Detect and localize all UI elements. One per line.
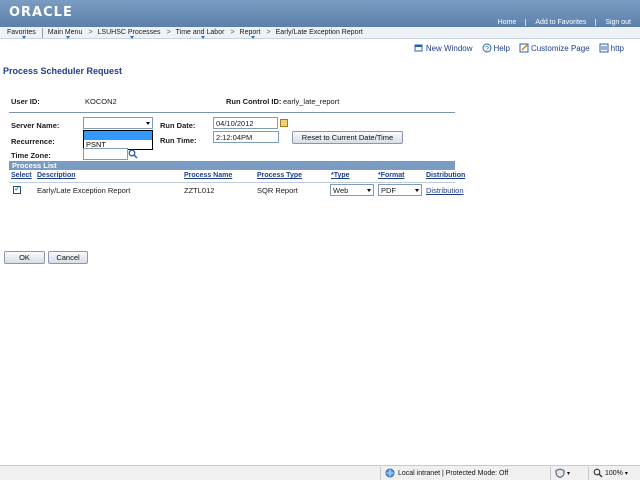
zoom-icon: [593, 468, 603, 478]
help-link[interactable]: ? Help: [482, 43, 510, 53]
breadcrumb-lsuhsc-processes[interactable]: LSUHSC Processes: [94, 29, 166, 39]
chevron-down-icon: [146, 122, 150, 125]
help-icon: ?: [482, 43, 491, 53]
divider: [41, 27, 43, 38]
run-date-input[interactable]: 04/10/2012: [213, 117, 278, 129]
format-value: PDF: [381, 186, 396, 195]
row-process-type: SQR Report: [257, 186, 298, 195]
search-icon[interactable]: [128, 149, 138, 159]
column-process-name[interactable]: Process Name: [184, 172, 232, 179]
row-description: Early/Late Exception Report: [37, 186, 131, 195]
server-option-blank[interactable]: [84, 131, 152, 140]
protected-mode-dropdown[interactable]: ▾: [550, 466, 588, 480]
help-label: Help: [493, 43, 510, 53]
server-name-dropdown-list: PSNT: [83, 130, 153, 150]
chevron-down-icon: ▾: [624, 470, 628, 477]
column-format[interactable]: *Format: [378, 172, 404, 179]
breadcrumb-report[interactable]: Report: [236, 29, 266, 39]
new-window-icon: [414, 44, 423, 52]
user-id-label: User ID:: [11, 97, 40, 106]
http-link[interactable]: http: [599, 43, 624, 53]
server-name-select[interactable]: [83, 117, 153, 129]
svg-text:?: ?: [485, 46, 489, 53]
time-zone-input[interactable]: [83, 148, 128, 160]
recurrence-label: Recurrence:: [11, 137, 55, 146]
http-label: http: [610, 43, 624, 53]
cancel-button[interactable]: Cancel: [48, 251, 88, 264]
home-link[interactable]: Home: [489, 19, 526, 26]
run-time-input[interactable]: 2:12:04PM: [213, 131, 279, 143]
chevron-down-icon: [415, 189, 419, 192]
header-banner: ORACLE Home Add to Favorites Sign out: [0, 0, 640, 27]
type-value: Web: [333, 186, 349, 195]
column-distribution[interactable]: Distribution: [426, 172, 465, 179]
divider: [9, 112, 455, 113]
breadcrumb-time-and-labor[interactable]: Time and Labor: [172, 29, 230, 39]
page-title: Process Scheduler Request: [3, 66, 123, 76]
new-window-label: New Window: [425, 43, 473, 53]
zoom-control[interactable]: 100% ▾: [588, 466, 640, 480]
new-window-link[interactable]: New Window: [414, 43, 473, 53]
customize-icon: [519, 43, 529, 53]
distribution-link[interactable]: Distribution: [426, 186, 464, 195]
run-time-label: Run Time:: [160, 136, 197, 145]
type-select[interactable]: Web: [330, 184, 374, 196]
run-control-id-label: Run Control ID:: [226, 97, 282, 106]
sign-out-link[interactable]: Sign out: [595, 18, 640, 26]
select-checkbox[interactable]: [13, 184, 21, 194]
security-zone-text: Local intranet | Protected Mode: Off: [398, 469, 509, 477]
globe-icon: [385, 468, 395, 478]
page-toolbar: New Window ? Help Customize Page http: [414, 42, 624, 54]
run-date-label: Run Date:: [160, 121, 196, 130]
security-zone[interactable]: Local intranet | Protected Mode: Off: [380, 466, 550, 480]
chevron-down-icon: ▾: [567, 470, 571, 477]
server-name-label: Server Name:: [11, 121, 60, 130]
user-id-value: KOCON2: [85, 97, 117, 106]
process-list-header: Process List: [9, 161, 455, 170]
run-control-id-value: early_late_report: [283, 97, 340, 106]
browser-status-bar: Local intranet | Protected Mode: Off ▾ 1…: [0, 465, 640, 480]
column-type[interactable]: *Type: [331, 172, 350, 179]
breadcrumb-current-page: Early/Late Exception Report: [275, 29, 363, 36]
divider: [9, 182, 455, 183]
time-zone-label: Time Zone:: [11, 151, 51, 160]
breadcrumb-favorites[interactable]: Favorites: [3, 29, 41, 39]
customize-page-link[interactable]: Customize Page: [519, 43, 590, 53]
breadcrumb-main-menu[interactable]: Main Menu: [44, 29, 88, 39]
ok-button[interactable]: OK: [4, 251, 45, 264]
add-to-favorites-link[interactable]: Add to Favorites: [525, 18, 595, 26]
column-select[interactable]: Select: [11, 172, 32, 179]
reset-date-time-button[interactable]: Reset to Current Date/Time: [292, 131, 403, 144]
shield-icon: [555, 468, 565, 478]
column-process-type[interactable]: Process Type: [257, 172, 302, 179]
customize-page-label: Customize Page: [530, 43, 590, 53]
http-icon: [599, 43, 609, 53]
format-select[interactable]: PDF: [378, 184, 422, 196]
calendar-icon[interactable]: [280, 119, 288, 127]
column-description[interactable]: Description: [37, 172, 76, 179]
chevron-down-icon: [367, 189, 371, 192]
top-links: Home Add to Favorites Sign out: [489, 17, 640, 27]
zoom-level: 100%: [605, 469, 623, 477]
oracle-logo: ORACLE: [9, 5, 73, 20]
row-process-name: ZZTL012: [184, 186, 215, 195]
breadcrumb: Favorites Main Menu > LSUHSC Processes >…: [0, 27, 640, 39]
